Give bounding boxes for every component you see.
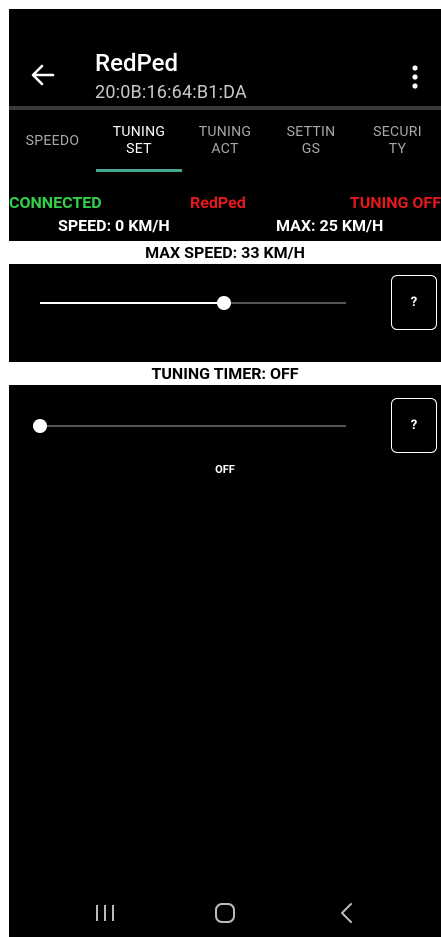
connection-status: CONNECTED <box>9 193 102 212</box>
device-title: RedPed <box>95 49 179 77</box>
device-name-status: RedPed <box>190 193 246 212</box>
max-speed-help-button[interactable]: ? <box>391 275 437 330</box>
back-chevron-icon[interactable] <box>327 897 367 929</box>
app-screen: RedPed 20:0B:16:64:B1:DA SPEEDO TUNING S… <box>9 9 441 937</box>
tab-bar: SPEEDO TUNING SET TUNING ACT SETTIN GS S… <box>9 110 441 172</box>
slider-thumb[interactable] <box>216 296 231 310</box>
arrow-back-icon[interactable] <box>27 59 59 91</box>
tab-speedo[interactable]: SPEEDO <box>9 110 96 172</box>
app-bar: RedPed 20:0B:16:64:B1:DA <box>9 9 441 106</box>
tuning-timer-help-button[interactable]: ? <box>391 398 437 453</box>
slider-thumb[interactable] <box>33 419 47 433</box>
home-icon[interactable] <box>205 897 245 929</box>
tab-security[interactable]: SECURI TY <box>354 110 441 172</box>
tab-indicator <box>96 169 182 172</box>
system-nav-bar <box>9 889 441 937</box>
tab-tuning-act[interactable]: TUNING ACT <box>182 110 268 172</box>
device-address: 20:0B:16:64:B1:DA <box>95 82 247 103</box>
max-speed-status: MAX: 25 KM/H <box>276 216 384 235</box>
tuning-timer-value: OFF <box>215 463 235 476</box>
slider-fill <box>40 302 224 304</box>
slider-track <box>40 425 346 427</box>
recents-icon[interactable] <box>85 897 125 929</box>
tab-settings[interactable]: SETTIN GS <box>268 110 354 172</box>
tuning-timer-header: TUNING TIMER: OFF <box>9 362 441 385</box>
max-speed-header: MAX SPEED: 33 KM/H <box>9 241 441 264</box>
current-speed: SPEED: 0 KM/H <box>58 216 170 235</box>
tab-tuning-set[interactable]: TUNING SET <box>96 110 182 172</box>
more-vert-icon[interactable] <box>407 63 423 91</box>
tuning-status: TUNING OFF <box>349 193 441 212</box>
